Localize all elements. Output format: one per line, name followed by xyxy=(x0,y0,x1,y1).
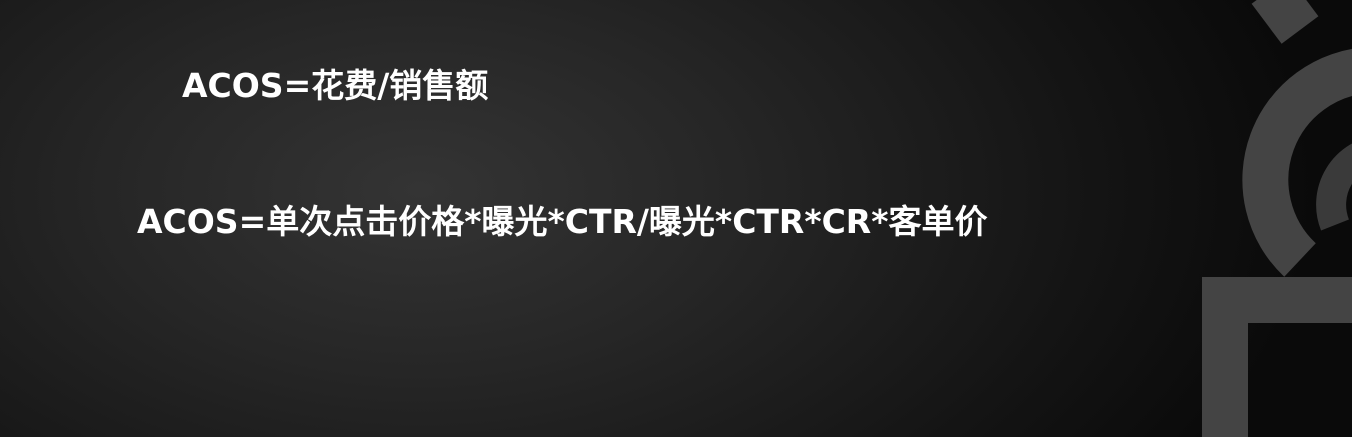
formula-acos-simple: ACOS=花费/销售额 xyxy=(182,66,489,105)
slide: ACOS=花费/销售额 ACOS=单次点击价格*曝光*CTR/曝光*CTR*CR… xyxy=(0,0,1352,437)
formula-acos-expanded: ACOS=单次点击价格*曝光*CTR/曝光*CTR*CR*客单价 xyxy=(137,202,988,241)
brand-logo-watermark-icon xyxy=(1202,0,1352,437)
